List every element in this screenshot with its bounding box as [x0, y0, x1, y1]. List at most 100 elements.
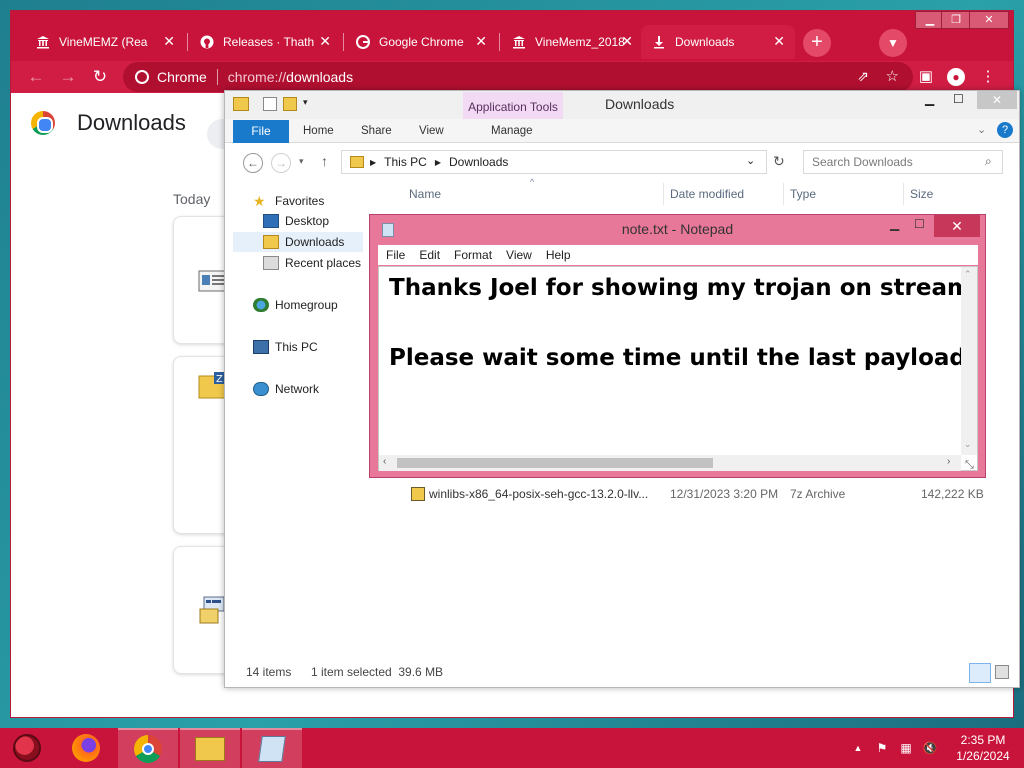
file-row[interactable]: winlibs-x86_64-posix-seh-gcc-13.2.0-llv.…: [409, 485, 1009, 505]
close-window-button[interactable]: ✕: [934, 215, 980, 237]
resize-grip-icon[interactable]: ⤡: [965, 459, 974, 472]
new-tab-button[interactable]: +: [803, 29, 831, 57]
minimize-button[interactable]: ▁: [925, 92, 934, 106]
scroll-right-icon[interactable]: ›: [947, 456, 950, 467]
maximize-button[interactable]: ☐: [914, 217, 925, 231]
forward-button[interactable]: →: [55, 65, 81, 89]
menu-help[interactable]: Help: [546, 248, 571, 262]
arrow-left-icon: ←: [27, 67, 45, 86]
ribbon-tab-file[interactable]: File: [233, 120, 289, 143]
vertical-scrollbar[interactable]: ⌃ ⌄: [961, 267, 977, 455]
column-header-name[interactable]: Name: [409, 187, 441, 201]
close-icon[interactable]: ✕: [319, 33, 331, 50]
properties-icon[interactable]: [263, 97, 277, 111]
recent-locations-icon[interactable]: ▾: [299, 156, 304, 167]
column-header-date-modified[interactable]: Date modified: [670, 187, 744, 201]
scroll-down-icon[interactable]: ⌄: [964, 439, 972, 450]
close-window-button[interactable]: ✕: [969, 11, 1009, 29]
nav-item-downloads[interactable]: Downloads: [233, 232, 363, 252]
nav-item-network[interactable]: Network: [253, 379, 319, 399]
column-header-size[interactable]: Size: [910, 187, 933, 201]
share-icon[interactable]: ⇗: [857, 68, 869, 85]
menu-kebab-icon[interactable]: ⋮: [977, 66, 999, 88]
tab-search-button[interactable]: ▼: [879, 29, 907, 57]
tab-label: Releases · Thath: [223, 35, 315, 49]
item-count: 14 items: [246, 665, 292, 679]
scroll-up-icon[interactable]: ⌃: [964, 269, 972, 280]
volume-muted-icon[interactable]: 🔇: [922, 740, 938, 756]
horizontal-scrollbar[interactable]: ‹ ›: [379, 455, 961, 471]
ribbon-tab-view[interactable]: View: [419, 125, 444, 137]
chrome-tab-vinememz-readme[interactable]: VineMEMZ (Rea ✕: [25, 25, 185, 59]
nav-item-this-pc[interactable]: This PC: [253, 337, 318, 357]
expand-ribbon-icon[interactable]: ⌄: [977, 123, 986, 136]
menu-edit[interactable]: Edit: [419, 248, 440, 262]
scroll-left-icon[interactable]: ‹: [383, 456, 386, 467]
application-tools-tab[interactable]: Application Tools: [463, 92, 563, 120]
chrome-tab-releases[interactable]: Releases · Thath ✕: [189, 25, 341, 59]
close-icon[interactable]: ✕: [163, 33, 175, 50]
address-bar[interactable]: ▶ This PC ▶ Downloads ⌄: [341, 150, 767, 174]
taskbar-notepad[interactable]: [242, 728, 302, 768]
close-icon[interactable]: ✕: [475, 33, 487, 50]
maximize-button[interactable]: ❐: [941, 11, 971, 29]
ribbon-tab-share[interactable]: Share: [361, 125, 392, 137]
details-view-icon[interactable]: [969, 663, 991, 683]
minimize-button[interactable]: ▁: [890, 217, 899, 231]
network-icon[interactable]: ▦: [898, 740, 914, 756]
back-button[interactable]: ←: [23, 65, 49, 89]
menu-format[interactable]: Format: [454, 248, 492, 262]
nav-item-homegroup[interactable]: Homegroup: [253, 295, 338, 315]
show-hidden-icons-icon[interactable]: ▲: [850, 740, 866, 756]
horizontal-scroll-thumb[interactable]: [397, 458, 713, 468]
close-icon[interactable]: ✕: [621, 33, 633, 50]
nav-label: Recent places: [285, 256, 362, 270]
action-center-flag-icon[interactable]: ⚑: [874, 740, 890, 756]
menu-view[interactable]: View: [506, 248, 532, 262]
bookmark-star-icon[interactable]: ☆: [886, 67, 899, 85]
customize-quick-access-icon[interactable]: ▾: [303, 97, 308, 111]
help-icon[interactable]: ?: [997, 122, 1013, 138]
menu-file[interactable]: File: [386, 248, 405, 262]
breadcrumb-downloads[interactable]: Downloads: [449, 155, 508, 169]
taskbar-chrome[interactable]: [118, 728, 178, 768]
search-input[interactable]: Search Downloads: [803, 150, 1003, 174]
side-panel-icon[interactable]: ▣: [915, 66, 937, 88]
nav-item-desktop[interactable]: Desktop: [263, 211, 329, 231]
nav-item-favorites[interactable]: ★ Favorites: [253, 191, 324, 211]
ribbon-tab-manage[interactable]: Manage: [491, 125, 533, 137]
profile-avatar[interactable]: ●: [945, 66, 967, 88]
ribbon-tab-home[interactable]: Home: [303, 125, 334, 137]
folder-down-icon[interactable]: [233, 97, 249, 111]
up-arrow-icon[interactable]: ↑: [321, 153, 328, 169]
downloads-header: Downloads: [31, 107, 186, 139]
maximize-button[interactable]: ☐: [953, 92, 964, 106]
chrome-tab-downloads[interactable]: Downloads ✕: [641, 25, 795, 59]
breadcrumb-this-pc[interactable]: This PC: [384, 155, 427, 169]
refresh-icon[interactable]: ↻: [773, 153, 785, 170]
museum-icon: [35, 34, 51, 50]
nav-item-recent-places[interactable]: Recent places: [263, 253, 361, 273]
minimize-icon: ▁: [925, 14, 935, 26]
clock[interactable]: 2:35 PM 1/26/2024: [948, 732, 1018, 764]
chrome-tab-google-chrome[interactable]: Google Chrome ✕: [345, 25, 497, 59]
new-folder-icon[interactable]: [283, 97, 297, 111]
column-separator: [663, 183, 664, 205]
chrome-tab-vinememz-2018[interactable]: VineMemz_2018 ✕: [501, 25, 643, 59]
taskbar-file-explorer[interactable]: [180, 728, 240, 768]
large-icons-view-icon[interactable]: [995, 665, 1009, 679]
taskbar-firefox[interactable]: [56, 728, 116, 768]
reload-button[interactable]: ↻: [87, 65, 113, 89]
nav-label: This PC: [275, 340, 318, 354]
close-icon[interactable]: ✕: [773, 33, 785, 50]
close-window-button[interactable]: ✕: [977, 91, 1017, 109]
address-dropdown-icon[interactable]: ⌄: [746, 154, 755, 167]
url-path: downloads: [286, 69, 354, 85]
start-button[interactable]: [0, 728, 54, 768]
back-button[interactable]: ←: [243, 153, 263, 173]
notepad-text-area[interactable]: Thanks Joel for showing my trojan on str…: [378, 266, 978, 471]
column-header-type[interactable]: Type: [790, 187, 816, 201]
section-label-today: Today: [173, 191, 211, 207]
address-bar[interactable]: Chrome chrome:// downloads ⇗ ☆: [123, 62, 913, 92]
forward-button[interactable]: →: [271, 153, 291, 173]
